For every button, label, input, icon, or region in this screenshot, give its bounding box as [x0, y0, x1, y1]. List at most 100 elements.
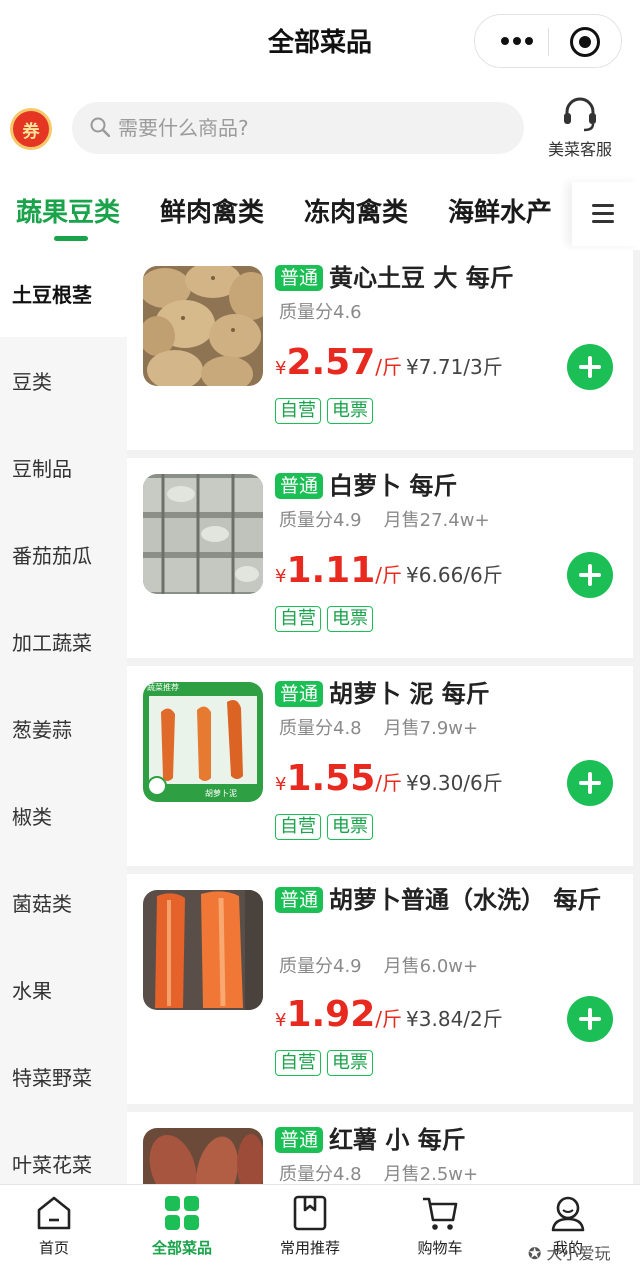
sidebar-item-potato-roots[interactable]: 土豆根茎	[0, 250, 127, 337]
product-name: 黄心土豆 大 每斤	[329, 264, 514, 292]
tab-fresh-meat-poultry[interactable]: 鲜肉禽类	[160, 192, 264, 229]
product-grade-badge: 普通	[275, 887, 324, 913]
product-tags: 自营 电票	[275, 1050, 379, 1076]
image-label-top: 蔬菜推荐	[147, 683, 179, 692]
quality-score: 质量分4.9	[279, 510, 362, 531]
monthly-sales: 月售2.5w+	[383, 1164, 479, 1184]
product-title: 普通 白萝卜 每斤	[275, 470, 615, 502]
search-bar[interactable]	[72, 102, 524, 154]
close-target-icon[interactable]	[570, 27, 600, 57]
product-title: 普通 胡萝卜普通（水洗） 每斤	[275, 884, 615, 916]
product-image-carrot-muddy: 蔬菜推荐 胡萝卜泥	[143, 682, 263, 802]
product-meta: 质量分4.9 月售6.0w+	[279, 952, 478, 978]
home-icon	[37, 1196, 71, 1230]
grid-icon	[165, 1196, 199, 1230]
product-meta: 质量分4.8 月售7.9w+	[279, 714, 478, 740]
nav-all-products[interactable]: 全部菜品	[118, 1193, 246, 1273]
price-unit: /斤	[375, 563, 403, 587]
product-meta: 质量分4.8 月售2.5w+	[279, 1160, 478, 1184]
tag-self-operated: 自营	[275, 398, 321, 424]
user-icon	[551, 1196, 585, 1232]
active-tab-indicator	[54, 236, 88, 241]
capsule-divider	[548, 28, 549, 56]
product-price: ¥1.55/斤 ¥9.30/6斤	[275, 758, 503, 799]
tag-e-invoice: 电票	[327, 398, 373, 424]
quality-score: 质量分4.6	[279, 302, 362, 323]
cart-icon	[423, 1197, 458, 1230]
quality-score: 质量分4.8	[279, 718, 362, 739]
product-grade-badge: 普通	[275, 473, 324, 499]
package-price: ¥6.66/6斤	[406, 563, 503, 587]
price-unit: /斤	[375, 355, 403, 379]
quality-score: 质量分4.8	[279, 1164, 362, 1184]
product-card[interactable]: 普通 黄心土豆 大 每斤 质量分4.6 ¥2.57/斤 ¥7.71/3斤 自营 电票	[127, 250, 633, 450]
sidebar-item-onion-ginger-garlic[interactable]: 葱姜蒜	[0, 685, 127, 772]
add-to-cart-button[interactable]	[567, 996, 613, 1042]
category-tabs: 蔬果豆类 鲜肉禽类 冻肉禽类 海鲜水产	[0, 182, 640, 246]
add-to-cart-button[interactable]	[567, 552, 613, 598]
product-card[interactable]: 蔬菜推荐 胡萝卜泥 普通 胡萝卜 泥 每斤 质量分4.8 月售7.9w+ ¥1.55…	[127, 666, 633, 866]
sidebar-item-beans[interactable]: 豆类	[0, 337, 127, 424]
tab-frozen-meat-poultry[interactable]: 冻肉禽类	[304, 192, 408, 229]
price-value: 1.55	[286, 758, 376, 799]
coupon-icon[interactable]: 券	[10, 108, 52, 150]
product-price: ¥2.57/斤 ¥7.71/3斤	[275, 342, 503, 383]
tag-e-invoice: 电票	[327, 606, 373, 632]
monthly-sales: 月售7.9w+	[383, 718, 479, 739]
tab-vegetables-fruits-beans[interactable]: 蔬果豆类	[16, 192, 120, 229]
mini-program-capsule	[474, 14, 622, 68]
customer-service-label: 美菜客服	[547, 140, 612, 159]
product-tags: 自营 电票	[275, 398, 379, 424]
more-options-icon[interactable]	[497, 31, 537, 51]
image-label-bottom: 胡萝卜泥	[205, 789, 237, 798]
currency-symbol: ¥	[275, 358, 287, 379]
price-value: 1.92	[286, 994, 376, 1035]
package-price: ¥7.71/3斤	[406, 355, 503, 379]
nav-label: 购物车	[417, 1239, 463, 1257]
nav-label: 常用推荐	[279, 1239, 340, 1257]
quality-score: 质量分4.9	[279, 956, 362, 977]
product-list: 普通 黄心土豆 大 每斤 质量分4.6 ¥2.57/斤 ¥7.71/3斤 自营 电票	[127, 250, 640, 1184]
product-grade-badge: 普通	[275, 265, 324, 291]
category-menu-icon[interactable]	[572, 182, 640, 246]
product-title: 普通 红薯 小 每斤	[275, 1124, 615, 1156]
price-unit: /斤	[375, 771, 403, 795]
sidebar-item-peppers[interactable]: 椒类	[0, 772, 127, 859]
tab-seafood[interactable]: 海鲜水产	[448, 192, 552, 229]
product-card[interactable]: 普通 红薯 小 每斤 质量分4.8 月售2.5w+	[127, 1112, 633, 1184]
product-card[interactable]: 普通 白萝卜 每斤 质量分4.9 月售27.4w+ ¥1.11/斤 ¥6.66/6斤 …	[127, 458, 633, 658]
package-price: ¥9.30/6斤	[406, 771, 503, 795]
tag-e-invoice: 电票	[327, 814, 373, 840]
product-name: 白萝卜 每斤	[329, 472, 458, 500]
wechat-icon: ✪	[528, 1244, 547, 1263]
sidebar-item-leafy-vegetables[interactable]: 叶菜花菜	[0, 1120, 127, 1184]
product-name: 胡萝卜 泥 每斤	[329, 680, 490, 708]
watermark: ✪ 大小爱玩	[528, 1240, 611, 1264]
product-card[interactable]: 普通 胡萝卜普通（水洗） 每斤 质量分4.9 月售6.0w+ ¥1.92/斤 ¥3.8…	[127, 874, 633, 1104]
sidebar-item-tomato-eggplant-melon[interactable]: 番茄茄瓜	[0, 511, 127, 598]
nav-home[interactable]: 首页	[0, 1193, 118, 1273]
customer-service-button[interactable]: 美菜客服	[540, 94, 620, 160]
product-image-sweet-potato	[143, 1128, 263, 1184]
add-to-cart-button[interactable]	[567, 760, 613, 806]
product-tags: 自营 电票	[275, 606, 379, 632]
app-page: 全部菜品 券 美菜客服 蔬果豆类 鲜肉禽类 冻肉禽类 海鲜水产	[0, 0, 640, 1280]
watermark-text: 大小爱玩	[546, 1244, 611, 1263]
product-meta: 质量分4.6	[279, 298, 362, 324]
product-grade-badge: 普通	[275, 681, 324, 707]
package-price: ¥3.84/2斤	[406, 1007, 503, 1031]
sidebar-item-fruits[interactable]: 水果	[0, 946, 127, 1033]
headset-icon	[564, 97, 596, 132]
product-name: 红薯 小 每斤	[329, 1126, 466, 1154]
sidebar-item-special-wild-vegetables[interactable]: 特菜野菜	[0, 1033, 127, 1120]
add-to-cart-button[interactable]	[567, 344, 613, 390]
price-unit: /斤	[375, 1007, 403, 1031]
price-value: 2.57	[286, 342, 376, 383]
sidebar-item-mushrooms[interactable]: 菌菇类	[0, 859, 127, 946]
nav-recommended[interactable]: 常用推荐	[246, 1193, 374, 1273]
sidebar-item-bean-products[interactable]: 豆制品	[0, 424, 127, 511]
nav-cart[interactable]: 购物车	[376, 1193, 504, 1273]
search-input[interactable]	[118, 110, 508, 146]
price-value: 1.11	[286, 550, 376, 591]
sidebar-item-processed-vegetables[interactable]: 加工蔬菜	[0, 598, 127, 685]
